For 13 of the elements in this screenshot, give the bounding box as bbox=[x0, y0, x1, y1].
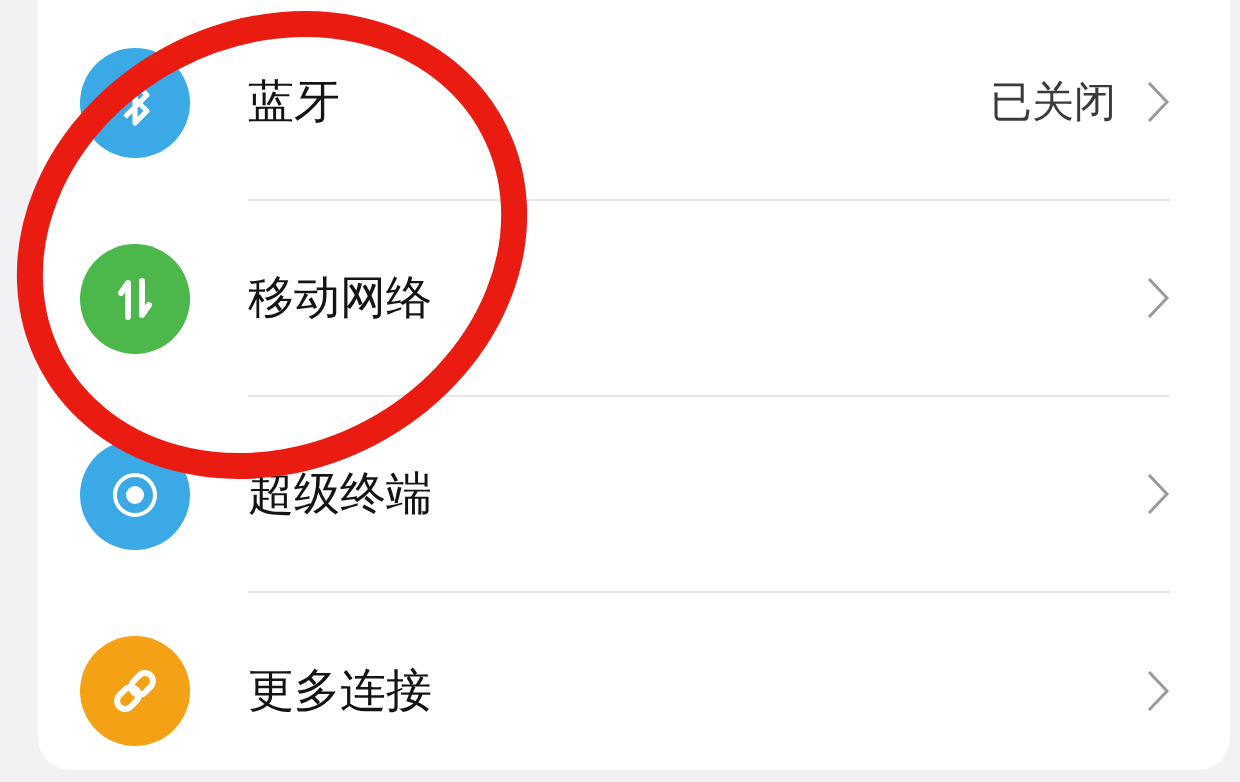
setting-label: 更多连接 bbox=[248, 662, 433, 719]
chevron-icon bbox=[1146, 472, 1170, 516]
settings-row[interactable]: 更多连接 bbox=[38, 593, 1230, 782]
chevron-icon bbox=[1146, 669, 1170, 713]
setting-label: 移动网络 bbox=[248, 269, 433, 326]
chevron-icon bbox=[1146, 80, 1170, 124]
setting-status: 已关闭 bbox=[990, 76, 1116, 128]
settings-row[interactable]: 移动网络 bbox=[38, 201, 1230, 397]
chevron-icon bbox=[1146, 276, 1170, 320]
settings-row[interactable]: 超级终端 bbox=[38, 397, 1230, 593]
setting-label: 蓝牙 bbox=[248, 73, 341, 130]
settings-row[interactable]: 蓝牙 已关闭 bbox=[38, 5, 1230, 201]
setting-label: 超级终端 bbox=[248, 465, 433, 522]
